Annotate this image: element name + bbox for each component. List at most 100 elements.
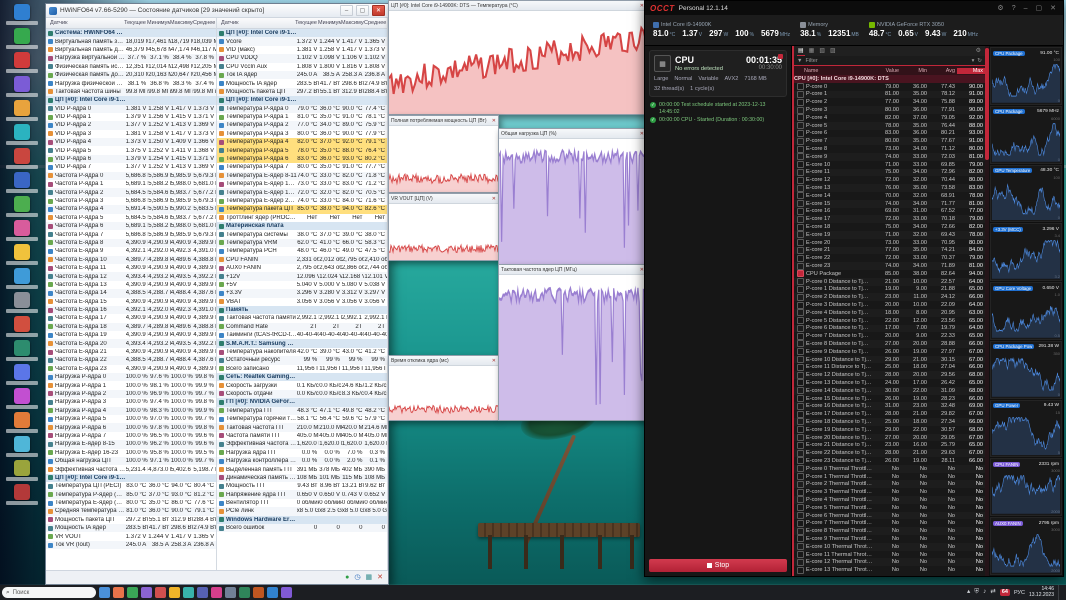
table-row[interactable]: E-core 17 Distance to TjMAX 28.00 21.00 29.… [794, 410, 985, 418]
table-row[interactable]: E-core 21 Distance to TjMAX 23.00 16.00 25.… [794, 441, 985, 449]
sensor-section-row[interactable]: S.M.A.R.T.: Samsung SSD 970 EVO Plus 250… [217, 339, 387, 348]
column-header[interactable]: Минимум [318, 20, 341, 26]
table-row[interactable]: E-core 13 Distance to TjMAX 24.00 17.00 26.… [794, 379, 985, 387]
table-row[interactable]: P-core 0 79.00 36.00 77.43 90.00 [794, 83, 985, 91]
sensor-row[interactable]: Температура E-ядер 12-15 73.0 °C 33.0 °C 83… [217, 180, 387, 188]
sensor-row[interactable]: Температура P-ядер (макс) 85.0 °C 37.0 °C 9… [46, 490, 216, 499]
desktop-icon[interactable] [3, 124, 41, 145]
row-checkbox[interactable] [797, 176, 804, 184]
table-row[interactable]: P-core 5 Distance to TjMAX 22.00 12.00 23.5… [794, 317, 985, 325]
sensor-row[interactable]: Температура накопителя 42.0 °C 39.0 °C 43.0… [217, 348, 387, 356]
sensor-row[interactable]: Скорость отдачи 0.0 КБ/с 0.0 КБ/с 8.3 КБ/с 0… [217, 389, 387, 399]
sensor-row[interactable]: Температура P-ядра 5 78.0 °C 35.0 °C 88.0 °… [217, 146, 387, 155]
mini-graph-badge[interactable]: GPU Core Voltage [993, 285, 1034, 291]
sensor-row[interactable]: Частота P-ядра 75,686.8 МГц5,586.9 МГц5,… [46, 230, 216, 238]
sensor-row[interactable]: Всего записано11,956 ГБ11,956 ГБ11,956 Г… [217, 365, 387, 373]
desktop-icon[interactable] [3, 364, 41, 385]
row-checkbox[interactable] [797, 168, 804, 176]
table-row[interactable]: E-core 15 Distance to TjMAX 26.00 19.00 28.… [794, 395, 985, 403]
sensor-row[interactable]: Температура P-ядра 7 80.0 °C 35.0 °C 91.0 °… [217, 163, 387, 171]
row-checkbox[interactable] [797, 441, 804, 449]
sensor-row[interactable]: Температура PCH 48.0 °C 46.0 °C 49.0 °C 47.5… [217, 247, 387, 255]
mini-graph-card[interactable]: GPU Core Voltage0.650 V1.00.5 [990, 282, 1062, 340]
row-checkbox[interactable] [797, 246, 804, 254]
sensor-graph-window[interactable]: VR VOUT [ЦП] (V) ✕ [388, 193, 499, 261]
close-icon[interactable]: ✕ [377, 574, 383, 581]
row-checkbox[interactable] [797, 161, 804, 169]
desktop-icon[interactable] [3, 340, 41, 361]
sensor-row[interactable]: VID P-ядра 4 1.373 V 1.250 V 1.409 V 1.366 V [46, 138, 216, 147]
row-checkbox[interactable] [797, 200, 804, 208]
column-header[interactable]: Датчик [217, 20, 295, 26]
table-row[interactable]: E-core 23 74.00 34.00 71.89 81.00 [794, 262, 985, 270]
table-row[interactable]: E-core 8 73.00 34.00 71.12 80.00 [794, 145, 985, 153]
table-row[interactable]: E-core 9 74.00 33.00 72.03 81.00 [794, 152, 985, 161]
row-checkbox[interactable] [797, 519, 804, 527]
sensor-row[interactable]: +5V 5.040 V 5.000 V 5.080 V 5.038 V [217, 281, 387, 289]
table-row[interactable]: E-core 20 Distance to TjMAX 27.00 20.00 29.… [794, 433, 985, 442]
sensor-row[interactable]: Частота E-ядра 204,393.4 МГц4,293.2 МГц4… [46, 339, 216, 348]
sensor-row[interactable]: Нагрузка физической памяти38.1 %36.8 %38… [46, 79, 216, 87]
sensor-row[interactable]: VID P-ядра 1 1.379 V 1.256 V 1.415 V 1.371 V [46, 113, 216, 121]
row-checkbox[interactable] [797, 449, 804, 457]
row-checkbox[interactable] [797, 558, 804, 566]
sensor-row[interactable]: Температура P-ядра 4 82.0 °C 37.0 °C 92.0 °… [217, 138, 387, 147]
table-row[interactable]: E-core 8 Distance to TjMAX 27.00 20.00 28.8… [794, 340, 985, 348]
table-row[interactable]: E-core 19 Distance to TjMAX 29.00 22.00 30.… [794, 426, 985, 434]
row-checkbox[interactable] [797, 543, 804, 551]
sensor-row[interactable]: Vcore 1.372 V 1.244 V 1.417 V 1.365 V [217, 37, 387, 46]
sensor-row[interactable]: Ток VR (Iout) 245.0 A 38.5 A 258.3 A 236.8 A [46, 540, 216, 550]
sensor-row[interactable]: Температура P-ядра 0 79.0 °C 36.0 °C 90.0 °… [217, 104, 387, 113]
table-row[interactable]: E-core 15 74.00 34.00 71.77 81.00 [794, 199, 985, 208]
table-row[interactable]: P-core 6 83.00 36.00 80.21 93.00 [794, 129, 985, 138]
row-checkbox[interactable] [797, 301, 804, 309]
row-checkbox[interactable] [797, 270, 804, 278]
sensor-row[interactable]: Частота E-ядра 124,393.4 МГц4,293.2 МГц4… [46, 272, 216, 281]
tab-list-icon[interactable]: ▨ [829, 47, 837, 55]
sensor-row[interactable]: VID P-ядра 3 1.381 V 1.258 V 1.417 V 1.373 V [46, 130, 216, 138]
sensor-row[interactable]: Температура E-ядер 16-19 72.0 °C 32.0 °C 82… [217, 188, 387, 197]
taskbar-app-icon[interactable] [99, 587, 110, 598]
sensor-row[interactable]: Частота P-ядра 35,686.8 МГц5,586.9 МГц5,… [46, 197, 216, 205]
hwinfo-sensors-window[interactable]: HWiNFO64 v7.66-5290 — Состояние датчиков… [45, 3, 389, 585]
mini-graph-card[interactable]: CPU Package Pow291.38 W3500 [990, 340, 1062, 399]
desktop-icon[interactable] [3, 460, 41, 481]
sensor-row[interactable]: Частота P-ядра 65,689.1 МГц5,588.2 МГц5,… [46, 221, 216, 231]
close-icon[interactable]: ✕ [492, 358, 496, 364]
sensor-row[interactable]: Частота E-ядра 84,390.9 МГц4,290.9 МГц4,… [46, 238, 216, 248]
table-row[interactable]: CPU Package 85.00 38.00 82.64 94.00 [794, 270, 985, 278]
close-button[interactable]: ✕ [1048, 4, 1058, 12]
sensor-row[interactable]: Мощность IA ядер 283.5 Вт 41.7 Вт 298.6 Вт 2… [46, 524, 216, 533]
sensor-row[interactable]: Вентилятор ГП 0 об/мин 0 об/мин 0 об/мин 0 о… [217, 499, 387, 507]
row-checkbox[interactable] [797, 410, 804, 418]
sensor-row[interactable]: AUX0 FANIN2,795 об/мин2,643 об/мин2,866 … [217, 264, 387, 272]
table-row[interactable]: E-core 9 Distance to TjMAX 26.00 19.00 27.9… [794, 348, 985, 356]
sensor-row[interactable]: Частота P-ядра 25,684.5 МГц5,584.6 МГц5,… [46, 188, 216, 197]
desktop-icon[interactable] [3, 28, 41, 49]
sensor-graph-window[interactable]: ЦП [#0]: Intel Core i9-14900K: DTS — Тем… [388, 0, 647, 115]
table-row[interactable]: P-core 4 Distance to TjMAX 18.00 8.00 20.95… [794, 308, 985, 317]
table-row[interactable]: P-core 6 Distance to TjMAX 17.00 7.00 19.79… [794, 324, 985, 333]
tab-monitoring-icon[interactable]: ▤ [797, 47, 805, 56]
table-settings-icon[interactable]: ⚙ [975, 47, 982, 55]
row-checkbox[interactable] [797, 192, 804, 200]
table-row[interactable]: P-core 7 Thermal Throttling No No No No [794, 519, 985, 527]
graph-window-titlebar[interactable]: Тактовая частота ядер ЦП (МГц) ✕ [499, 265, 646, 275]
table-column-header[interactable]: Name [794, 68, 873, 74]
status-dot-icon[interactable]: ● [345, 574, 349, 581]
taskbar-search[interactable]: ⌕ Поиск [2, 587, 96, 598]
show-desktop-button[interactable] [1058, 585, 1062, 600]
volume-icon[interactable]: ♪ [983, 589, 986, 596]
table-row[interactable]: E-core 14 Distance to TjMAX 30.00 22.00 31.… [794, 386, 985, 395]
sensor-row[interactable]: VID P-ядра 7 1.377 V 1.252 V 1.413 V 1.369 V [46, 163, 216, 171]
row-checkbox[interactable] [797, 496, 804, 504]
clock-icon[interactable]: ◷ [354, 574, 360, 581]
row-checkbox[interactable] [797, 129, 804, 137]
sensor-row[interactable]: Физическая память использовано12,351 МБ1… [46, 63, 216, 71]
sensor-row[interactable]: Частота E-ядра 134,390.9 МГц4,290.9 МГц4… [46, 281, 216, 289]
table-row[interactable]: E-core 23 Distance to TjMAX 26.00 19.00 28.… [794, 457, 985, 465]
row-checkbox[interactable] [797, 98, 804, 106]
table-row[interactable]: E-core 9 Thermal Throttling No No No No [794, 535, 985, 543]
row-checkbox[interactable] [797, 426, 804, 434]
sensor-row[interactable]: Всего ошибок 0 0 0 0 [217, 524, 387, 533]
